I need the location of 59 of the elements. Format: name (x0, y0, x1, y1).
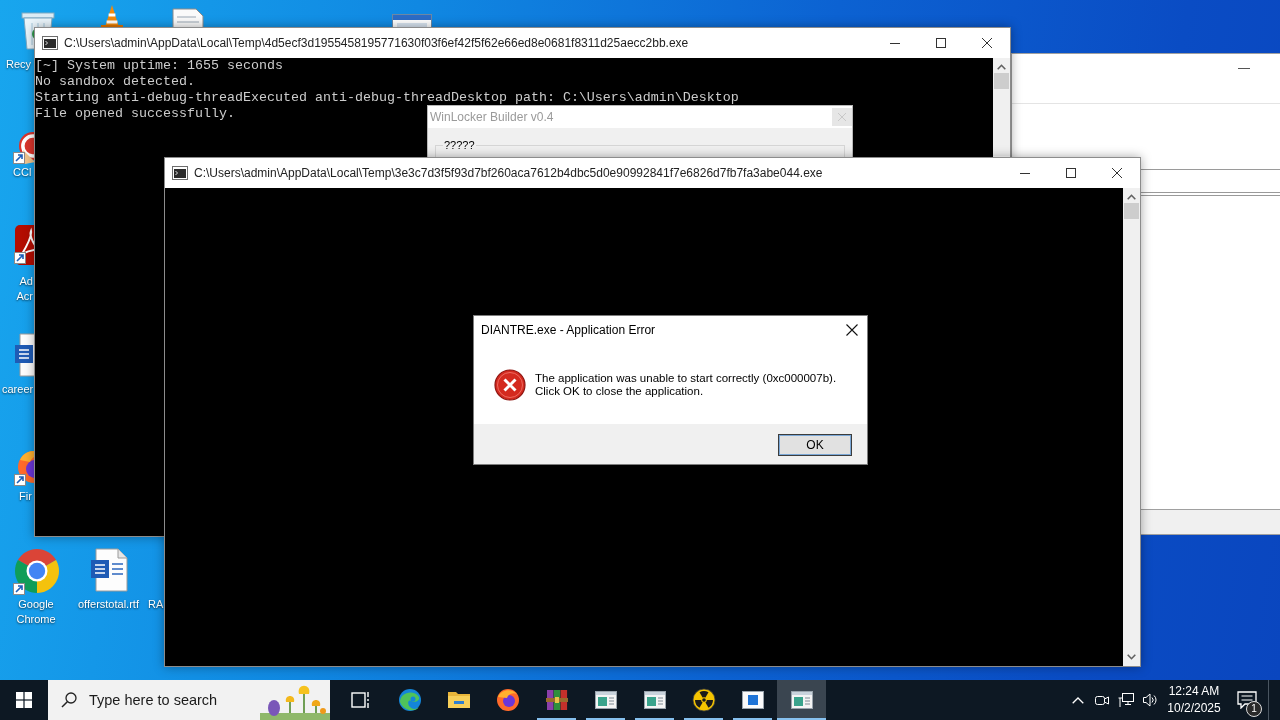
console-line: Starting anti-debug-threadExecuted anti-debug-threadDesktop path: C:\Users\admin\Desktop (35, 90, 739, 106)
group-label: ????? (443, 139, 476, 152)
window-icon (642, 688, 667, 712)
scrollbar-thumb[interactable] (994, 73, 1009, 89)
window-icon (789, 688, 814, 712)
error-message: The application was unable to start correctly (0xc000007b). Click OK to close the application. (535, 372, 837, 398)
console-icon (42, 35, 58, 51)
ok-button[interactable]: OK (778, 434, 852, 456)
window-title: C:\Users\admin\AppData\Local\Temp\3e3c7d3f5f93d7bf260aca7612b4dbc5d0e90992841f7e6826d7fb7fa3abe044.exe (194, 166, 823, 180)
icon-label[interactable]: offerstotal.rtf (78, 597, 139, 612)
window-title: C:\Users\admin\AppData\Local\Temp\4d5ecf3d1955458195771630f03f6ef42f5f62e66ed8e0681f8311d25aecc2bb.exe (64, 36, 689, 50)
scroll-up-icon[interactable] (1127, 194, 1136, 200)
scrollbar-thumb[interactable] (1124, 203, 1139, 219)
icon-label[interactable]: Recy (6, 57, 32, 72)
window-title: WinLocker Builder v0.4 (430, 110, 554, 124)
minimize-icon[interactable] (890, 42, 900, 44)
console-icon (172, 165, 188, 181)
close-icon[interactable] (982, 38, 992, 48)
icon-label[interactable]: CCl (13, 165, 32, 180)
scrollbar[interactable] (993, 58, 1010, 156)
window-icon (740, 688, 765, 712)
close-icon[interactable] (846, 324, 858, 336)
maximize-icon[interactable] (936, 38, 946, 48)
books-icon (544, 688, 569, 712)
start-icon[interactable] (16, 692, 32, 708)
icon-label[interactable]: Fir (19, 489, 32, 504)
document-icon[interactable] (172, 8, 204, 27)
volume-icon[interactable] (1142, 692, 1158, 708)
error-icon (494, 369, 526, 401)
console-line: File opened successfully. (35, 106, 235, 122)
clock-date[interactable]: 10/2/2025 (1167, 700, 1221, 717)
clock-time[interactable]: 12:24 AM (1168, 683, 1220, 700)
scroll-up-icon[interactable] (997, 64, 1006, 70)
console-line: No sandbox detected. (35, 74, 195, 90)
search-icon (61, 692, 77, 708)
scrollbar[interactable] (1123, 188, 1140, 666)
taskbar-button[interactable] (777, 680, 826, 720)
window-icon (593, 688, 618, 712)
notification-badge: 1 (1246, 701, 1262, 717)
icon-label[interactable]: career (2, 382, 34, 397)
search-field[interactable]: Type here to search (89, 692, 260, 708)
network-icon[interactable] (1118, 692, 1134, 708)
window-icon[interactable] (392, 14, 432, 27)
browser-shortcut-icon[interactable] (13, 547, 61, 595)
dialog-title: DIANTRE.exe - Application Error (481, 323, 656, 337)
icon-label[interactable]: RA (148, 597, 164, 612)
document-icon[interactable] (90, 548, 128, 592)
radiation-icon (691, 688, 716, 712)
icon-label[interactable]: Google Chrome (1, 597, 71, 627)
minimize-icon[interactable] (1020, 172, 1030, 174)
close-icon[interactable] (1112, 168, 1122, 178)
scroll-down-icon[interactable] (1127, 654, 1136, 660)
icon-label[interactable]: Ad Acr (12, 274, 33, 304)
maximize-icon[interactable] (1066, 168, 1076, 178)
console-line: [~] System uptime: 1655 seconds (35, 58, 283, 74)
fox-globe-icon (495, 688, 520, 712)
app-shortcut-icon[interactable] (14, 224, 34, 266)
chevron-up-icon[interactable] (1072, 696, 1084, 704)
swirl-logo-icon (397, 688, 422, 712)
